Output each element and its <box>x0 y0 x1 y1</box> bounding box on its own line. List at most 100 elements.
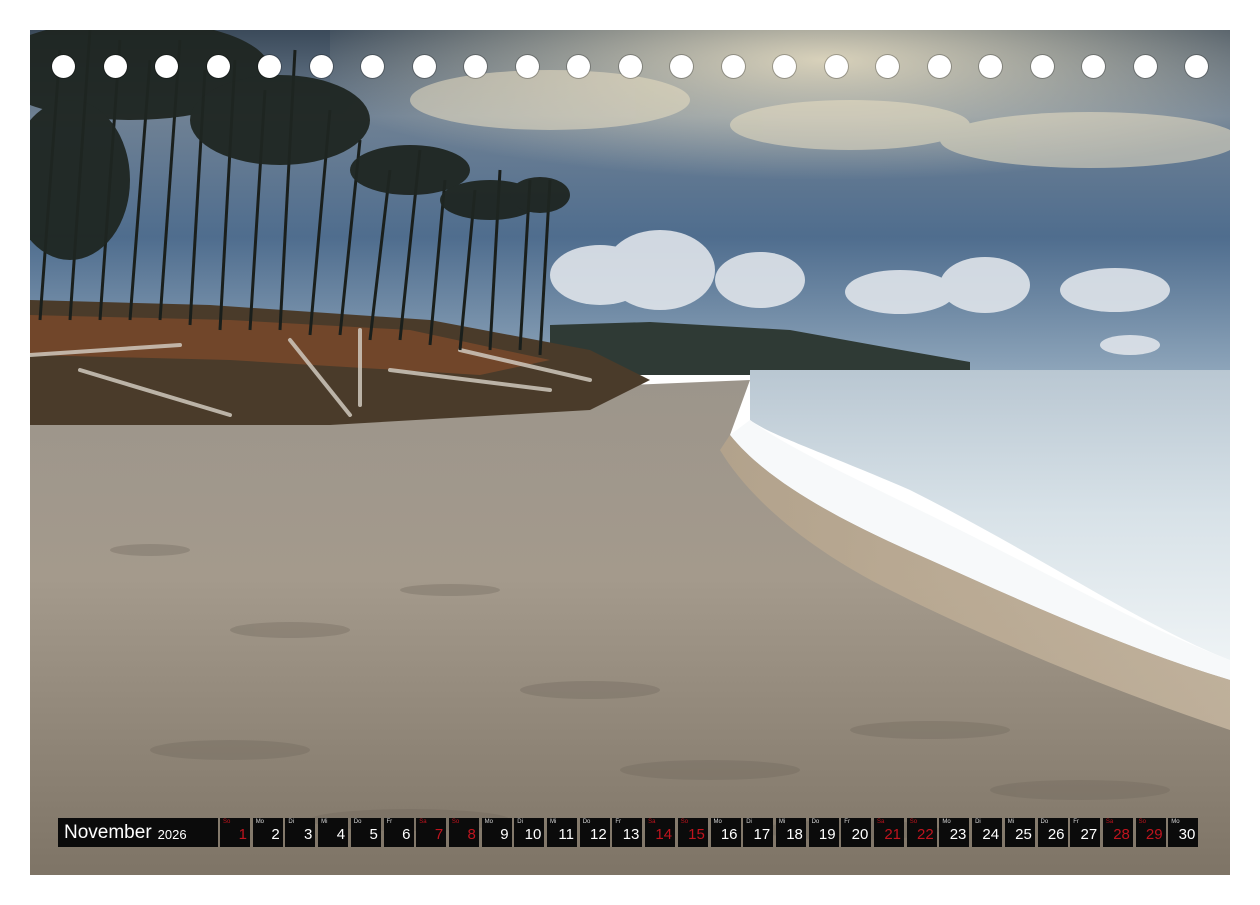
month-name: November <box>64 821 152 843</box>
weekday-abbrev: So <box>1138 819 1146 825</box>
calendar-day: Mo 16 <box>710 818 741 847</box>
calendar-day: Sa 28 <box>1102 818 1133 847</box>
binding-hole <box>1133 55 1157 78</box>
day-number: 23 <box>949 826 967 843</box>
calendar-day: So 22 <box>906 818 937 847</box>
weekday-abbrev: Di <box>746 819 752 825</box>
day-number: 19 <box>818 826 836 843</box>
binding-hole <box>670 55 693 78</box>
binding-hole <box>258 55 281 78</box>
weekday-abbrev: Sa <box>1105 819 1114 825</box>
calendar-day: Mo 30 <box>1168 818 1199 847</box>
day-number: 25 <box>1015 826 1032 843</box>
day-number: 1 <box>238 826 247 843</box>
day-number: 22 <box>917 826 934 843</box>
calendar-day: So 8 <box>448 818 479 847</box>
weekday-abbrev: Do <box>353 819 362 825</box>
weekday-abbrev: Fr <box>615 819 622 825</box>
day-number: 15 <box>688 826 705 843</box>
binding-hole <box>1030 55 1054 78</box>
weekday-abbrev: Mi <box>550 819 557 825</box>
binding-hole <box>206 55 230 78</box>
binding-hole <box>979 55 1002 78</box>
day-number: 16 <box>720 826 738 843</box>
calendar-day: Do 5 <box>350 818 381 847</box>
binding-hole <box>155 55 178 78</box>
day-number: 20 <box>851 826 869 843</box>
binding-hole <box>103 55 127 78</box>
weekday-abbrev: Mo <box>255 819 265 825</box>
binding-hole <box>927 55 951 78</box>
day-number: 5 <box>369 826 378 843</box>
day-number: 24 <box>982 826 1000 843</box>
calendar-day: Fr 20 <box>841 818 872 847</box>
calendar-day: Mi 4 <box>318 818 349 847</box>
weekday-abbrev: Mi <box>321 819 328 825</box>
calendar-day: Di 24 <box>972 818 1003 847</box>
weekday-abbrev: So <box>680 819 689 825</box>
weekday-abbrev: Di <box>517 819 523 825</box>
day-number: 26 <box>1047 826 1065 843</box>
weekday-abbrev: Fr <box>844 819 850 825</box>
weekday-abbrev: Sa <box>877 819 885 825</box>
day-number: 9 <box>500 826 509 843</box>
weekday-abbrev: So <box>223 819 231 825</box>
weekday-abbrev: Di <box>288 819 295 825</box>
calendar-day: Mi 18 <box>775 818 806 847</box>
binding-hole <box>309 55 333 78</box>
calendar-day: Fr 13 <box>612 818 643 847</box>
calendar-day: Sa 21 <box>874 818 904 847</box>
weekday-abbrev: Fr <box>386 819 393 825</box>
weekday-abbrev: Mo <box>713 819 722 825</box>
weekday-abbrev: Di <box>975 819 981 825</box>
weekday-abbrev: Mo <box>942 819 951 825</box>
day-number: 7 <box>434 826 444 843</box>
calendar-day: Di 10 <box>514 818 545 847</box>
calendar-day: So 1 <box>220 818 250 847</box>
calendar-day: Mo 9 <box>481 818 512 847</box>
weekday-abbrev: Mo <box>484 819 493 825</box>
calendar-day: Do 12 <box>579 818 610 847</box>
calendar-day: So 15 <box>677 818 708 847</box>
day-number: 14 <box>655 826 673 843</box>
month-year: 2026 <box>157 826 187 842</box>
binding-hole <box>412 55 436 78</box>
day-number: 3 <box>304 826 313 843</box>
binding-hole <box>515 55 539 78</box>
binding-hole <box>52 55 75 78</box>
day-number: 13 <box>622 826 640 843</box>
calendar-day: Fr 27 <box>1070 818 1101 847</box>
day-number: 18 <box>786 826 803 843</box>
weekday-abbrev: Do <box>582 819 591 825</box>
day-number: 12 <box>590 826 607 843</box>
calendar-day: Do 26 <box>1037 818 1068 847</box>
calendar-day: Mi 25 <box>1004 818 1035 847</box>
calendar-day: Do 19 <box>808 818 839 847</box>
weekday-abbrev: Mi <box>778 819 786 825</box>
weekday-abbrev: Sa <box>419 819 427 825</box>
weekday-abbrev: Do <box>1040 819 1049 825</box>
month-label: November 2026 <box>58 818 218 847</box>
binding-hole <box>773 55 796 78</box>
calendar-day: So 29 <box>1135 818 1166 847</box>
binding-holes <box>52 55 1212 79</box>
day-number: 10 <box>524 826 542 843</box>
day-number: 21 <box>884 826 901 843</box>
binding-hole <box>876 55 899 78</box>
day-number: 17 <box>753 826 771 843</box>
calendar-day: Fr 6 <box>383 818 414 847</box>
binding-hole <box>1082 55 1105 78</box>
binding-hole <box>464 55 487 78</box>
calendar-day: Mo 23 <box>939 818 970 847</box>
day-number: 11 <box>558 826 574 843</box>
weekday-abbrev: Do <box>811 819 820 825</box>
binding-hole <box>567 55 590 78</box>
weekday-abbrev: Fr <box>1073 819 1079 825</box>
calendar-day: Sa 7 <box>416 818 447 847</box>
beach-photo <box>30 30 1230 875</box>
weekday-abbrev: So <box>909 819 918 825</box>
binding-hole <box>361 55 384 78</box>
binding-hole <box>618 55 642 78</box>
day-number: 29 <box>1145 826 1163 843</box>
day-number: 4 <box>336 826 346 843</box>
